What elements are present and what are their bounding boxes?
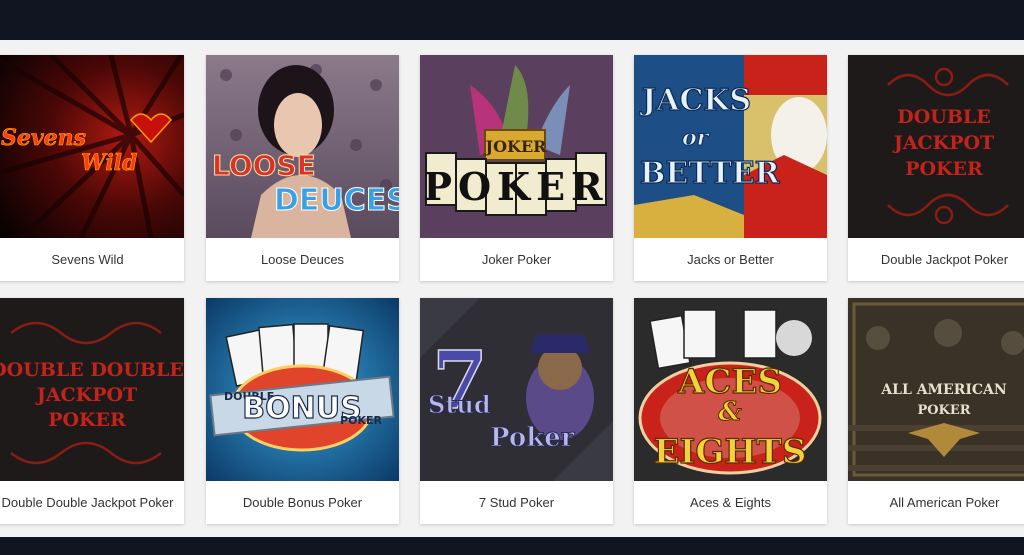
game-tile-double-jackpot-poker[interactable]: DOUBLE JACKPOT POKER Double Jackpot Poke… <box>848 55 1024 281</box>
art-line-2: Wild <box>81 150 137 176</box>
game-thumbnail[interactable]: JOKER POKER <box>420 55 613 238</box>
art-line-1: Sevens <box>1 125 86 151</box>
game-tile-aces-and-eights[interactable]: ACES & EIGHTS Aces & Eights <box>634 298 827 524</box>
art-line-2: DEUCES <box>274 183 399 218</box>
game-title[interactable]: Double Double Jackpot Poker <box>0 481 184 524</box>
game-title[interactable]: Jacks or Better <box>634 238 827 281</box>
art-line-2: & <box>718 397 742 427</box>
art-line-2: or <box>682 125 710 151</box>
art-line-2: POKER <box>423 164 608 209</box>
game-title[interactable]: 7 Stud Poker <box>420 481 613 524</box>
art-line-1: JACKS <box>639 83 751 118</box>
art-line-1: JOKER <box>484 137 548 156</box>
game-title[interactable]: Aces & Eights <box>634 481 827 524</box>
game-tile-all-american-poker[interactable]: ALL AMERICAN POKER All American Poker <box>848 298 1024 524</box>
art-line-3: Poker <box>490 423 575 453</box>
art-line-1: LOOSE <box>212 149 316 182</box>
art-line-1: DOUBLE <box>897 106 991 128</box>
game-tile-double-double-jackpot-poker[interactable]: DOUBLE DOUBLE JACKPOT POKER Double Doubl… <box>0 298 184 524</box>
game-thumbnail[interactable]: DOUBLE DOUBLE JACKPOT POKER <box>0 298 184 481</box>
game-thumbnail[interactable]: LOOSE DEUCES <box>206 55 399 238</box>
game-title[interactable]: Sevens Wild <box>0 238 184 281</box>
art-line-3: POKER <box>340 414 382 427</box>
game-title[interactable]: All American Poker <box>848 481 1024 524</box>
art-line-2: POKER <box>917 403 970 418</box>
art-line-3: POKER <box>905 158 983 180</box>
game-thumbnail[interactable]: 7 Stud Poker <box>420 298 613 481</box>
game-tile-joker-poker[interactable]: JOKER POKER Joker Poker <box>420 55 613 281</box>
game-thumbnail[interactable]: DOUBLE BONUS POKER <box>206 298 399 481</box>
game-thumbnail[interactable]: DOUBLE JACKPOT POKER <box>848 55 1024 238</box>
game-tile-sevens-wild[interactable]: Sevens Wild Sevens Wild <box>0 55 184 281</box>
art-line-2: JACKPOT <box>35 384 137 406</box>
bottom-bar <box>0 537 1024 555</box>
art-line-2: JACKPOT <box>892 132 994 154</box>
art-line-1: ALL AMERICAN <box>880 382 1007 398</box>
games-grid: Sevens Wild Sevens Wild LOOSE DEUCES Loo… <box>0 40 1024 540</box>
game-tile-double-bonus-poker[interactable]: DOUBLE BONUS POKER Double Bonus Poker <box>206 298 399 524</box>
art-line-3: POKER <box>48 409 126 431</box>
art-line-1: ACES <box>677 362 782 402</box>
game-tile-7-stud-poker[interactable]: 7 Stud Poker 7 Stud Poker <box>420 298 613 524</box>
art-line-3: EIGHTS <box>654 432 807 472</box>
art-line-1: DOUBLE DOUBLE <box>0 359 184 381</box>
game-title[interactable]: Double Bonus Poker <box>206 481 399 524</box>
art-line-3: BETTER <box>640 156 781 191</box>
art-line-2: Stud <box>428 390 491 419</box>
game-thumbnail[interactable]: ACES & EIGHTS <box>634 298 827 481</box>
game-thumbnail[interactable]: JACKS or BETTER <box>634 55 827 238</box>
game-thumbnail[interactable]: Sevens Wild <box>0 55 184 238</box>
game-tile-jacks-or-better[interactable]: JACKS or BETTER Jacks or Better <box>634 55 827 281</box>
game-title[interactable]: Double Jackpot Poker <box>848 238 1024 281</box>
game-title[interactable]: Joker Poker <box>420 238 613 281</box>
game-tile-loose-deuces[interactable]: LOOSE DEUCES Loose Deuces <box>206 55 399 281</box>
game-thumbnail[interactable]: ALL AMERICAN POKER <box>848 298 1024 481</box>
game-title[interactable]: Loose Deuces <box>206 238 399 281</box>
